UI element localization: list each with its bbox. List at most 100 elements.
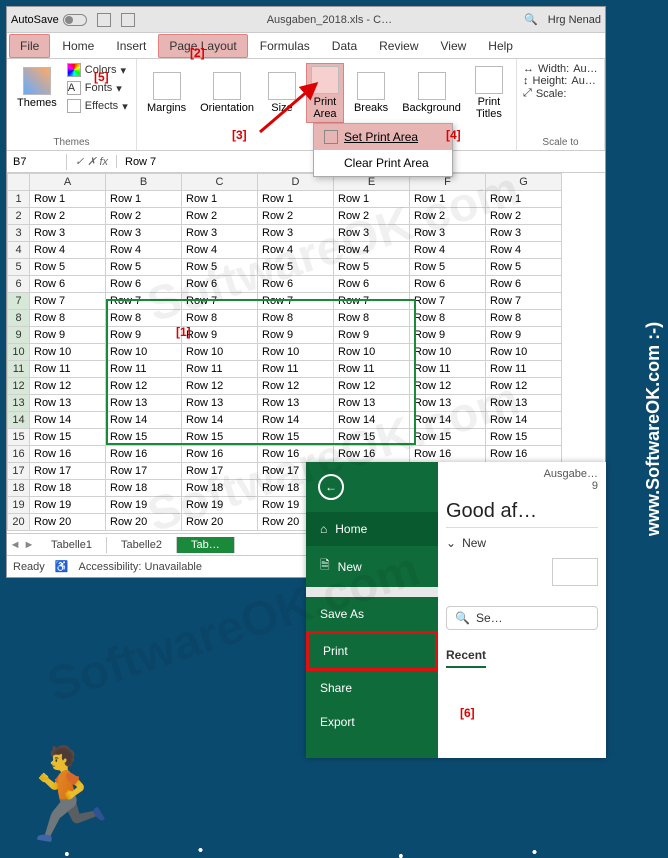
cell[interactable]: Row 9 bbox=[30, 327, 106, 344]
backstage-search[interactable]: 🔍Se… bbox=[446, 606, 598, 630]
scale-control[interactable]: ⤢Scale: bbox=[523, 87, 598, 100]
backstage-home[interactable]: ⌂Home bbox=[306, 512, 438, 546]
cell[interactable]: Row 13 bbox=[106, 395, 182, 412]
width-control[interactable]: ↔Width: Au… bbox=[523, 63, 598, 75]
cell[interactable]: Row 4 bbox=[486, 242, 562, 259]
select-all-corner[interactable] bbox=[8, 174, 30, 191]
toggle-off-icon[interactable] bbox=[63, 14, 87, 26]
save-icon[interactable] bbox=[97, 13, 111, 27]
cell[interactable]: Row 1 bbox=[106, 191, 182, 208]
cell[interactable]: Row 19 bbox=[30, 497, 106, 514]
cell[interactable]: Row 6 bbox=[486, 276, 562, 293]
sheet-tab-active[interactable]: Tab… bbox=[177, 537, 235, 553]
row-header[interactable]: 15 bbox=[8, 429, 30, 446]
cell[interactable]: Row 2 bbox=[410, 208, 486, 225]
cell[interactable]: Row 9 bbox=[486, 327, 562, 344]
cell[interactable]: Row 7 bbox=[258, 293, 334, 310]
cell[interactable]: Row 11 bbox=[106, 361, 182, 378]
column-header[interactable]: C bbox=[182, 174, 258, 191]
cell[interactable]: Row 12 bbox=[486, 378, 562, 395]
backstage-export[interactable]: Export bbox=[306, 705, 438, 739]
cell[interactable]: Row 8 bbox=[30, 310, 106, 327]
cell[interactable]: Row 20 bbox=[182, 514, 258, 531]
menu-set-print-area[interactable]: Set Print Area bbox=[314, 124, 452, 150]
breaks-button[interactable]: Breaks bbox=[350, 70, 392, 116]
cell[interactable]: Row 11 bbox=[410, 361, 486, 378]
cell[interactable]: Row 16 bbox=[182, 446, 258, 463]
cell[interactable]: Row 2 bbox=[258, 208, 334, 225]
cell[interactable]: Row 6 bbox=[410, 276, 486, 293]
cell[interactable]: Row 13 bbox=[30, 395, 106, 412]
tab-nav-arrows[interactable]: ◄ ► bbox=[7, 539, 37, 551]
cell[interactable]: Row 19 bbox=[106, 497, 182, 514]
row-header[interactable]: 9 bbox=[8, 327, 30, 344]
autosave-toggle[interactable]: AutoSave bbox=[11, 14, 87, 26]
cell[interactable]: Row 12 bbox=[30, 378, 106, 395]
cell[interactable]: Row 9 bbox=[410, 327, 486, 344]
cell[interactable]: Row 14 bbox=[258, 412, 334, 429]
tab-view[interactable]: View bbox=[431, 35, 477, 57]
cell[interactable]: Row 17 bbox=[182, 463, 258, 480]
template-thumb[interactable] bbox=[552, 558, 598, 586]
cell[interactable]: Row 14 bbox=[486, 412, 562, 429]
cell[interactable]: Row 13 bbox=[334, 395, 410, 412]
margins-button[interactable]: Margins bbox=[143, 70, 190, 116]
cell[interactable]: Row 11 bbox=[258, 361, 334, 378]
cell[interactable]: Row 11 bbox=[486, 361, 562, 378]
row-header[interactable]: 3 bbox=[8, 225, 30, 242]
cell[interactable]: Row 9 bbox=[334, 327, 410, 344]
row-header[interactable]: 20 bbox=[8, 514, 30, 531]
cell[interactable]: Row 4 bbox=[106, 242, 182, 259]
cell[interactable]: Row 12 bbox=[182, 378, 258, 395]
cell[interactable]: Row 2 bbox=[334, 208, 410, 225]
colors-button[interactable]: Colors▾ bbox=[67, 63, 128, 77]
cell[interactable]: Row 2 bbox=[182, 208, 258, 225]
cell[interactable]: Row 10 bbox=[258, 344, 334, 361]
cell[interactable]: Row 8 bbox=[486, 310, 562, 327]
cell[interactable]: Row 8 bbox=[410, 310, 486, 327]
cell[interactable]: Row 13 bbox=[258, 395, 334, 412]
row-header[interactable]: 1 bbox=[8, 191, 30, 208]
cell[interactable]: Row 2 bbox=[106, 208, 182, 225]
row-header[interactable]: 7 bbox=[8, 293, 30, 310]
sheet-tab[interactable]: Tabelle2 bbox=[107, 537, 177, 553]
cell[interactable]: Row 15 bbox=[30, 429, 106, 446]
cell[interactable]: Row 12 bbox=[258, 378, 334, 395]
effects-button[interactable]: Effects▾ bbox=[67, 99, 128, 113]
cell[interactable]: Row 12 bbox=[106, 378, 182, 395]
cell[interactable]: Row 1 bbox=[410, 191, 486, 208]
cell[interactable]: Row 13 bbox=[486, 395, 562, 412]
cell[interactable]: Row 8 bbox=[106, 310, 182, 327]
cell[interactable]: Row 12 bbox=[410, 378, 486, 395]
tab-formulas[interactable]: Formulas bbox=[250, 35, 320, 57]
cell[interactable]: Row 14 bbox=[334, 412, 410, 429]
backstage-new[interactable]: 🗎New bbox=[306, 546, 438, 587]
cell[interactable]: Row 16 bbox=[30, 446, 106, 463]
menu-clear-print-area[interactable]: Clear Print Area bbox=[314, 150, 452, 176]
cell[interactable]: Row 9 bbox=[106, 327, 182, 344]
cell[interactable]: Row 18 bbox=[106, 480, 182, 497]
cell[interactable]: Row 9 bbox=[182, 327, 258, 344]
background-button[interactable]: Background bbox=[398, 70, 465, 116]
cell[interactable]: Row 1 bbox=[30, 191, 106, 208]
column-header[interactable]: A bbox=[30, 174, 106, 191]
cell[interactable]: Row 11 bbox=[182, 361, 258, 378]
row-header[interactable]: 14 bbox=[8, 412, 30, 429]
cell[interactable]: Row 4 bbox=[182, 242, 258, 259]
cell[interactable]: Row 10 bbox=[334, 344, 410, 361]
tab-data[interactable]: Data bbox=[322, 35, 367, 57]
cell[interactable]: Row 16 bbox=[486, 446, 562, 463]
tab-file[interactable]: File bbox=[9, 34, 50, 58]
tab-home[interactable]: Home bbox=[52, 35, 104, 57]
cell[interactable]: Row 5 bbox=[106, 259, 182, 276]
backstage-recent[interactable]: Recent bbox=[446, 648, 598, 662]
tab-help[interactable]: Help bbox=[478, 35, 523, 57]
row-header[interactable]: 19 bbox=[8, 497, 30, 514]
cell[interactable]: Row 6 bbox=[334, 276, 410, 293]
backstage-new-section[interactable]: ⌄New bbox=[446, 527, 598, 558]
backstage-back[interactable]: ← bbox=[306, 462, 438, 512]
formula-input[interactable]: Row 7 bbox=[117, 154, 164, 170]
cell[interactable]: Row 8 bbox=[334, 310, 410, 327]
cell[interactable]: Row 14 bbox=[30, 412, 106, 429]
cell[interactable]: Row 18 bbox=[182, 480, 258, 497]
